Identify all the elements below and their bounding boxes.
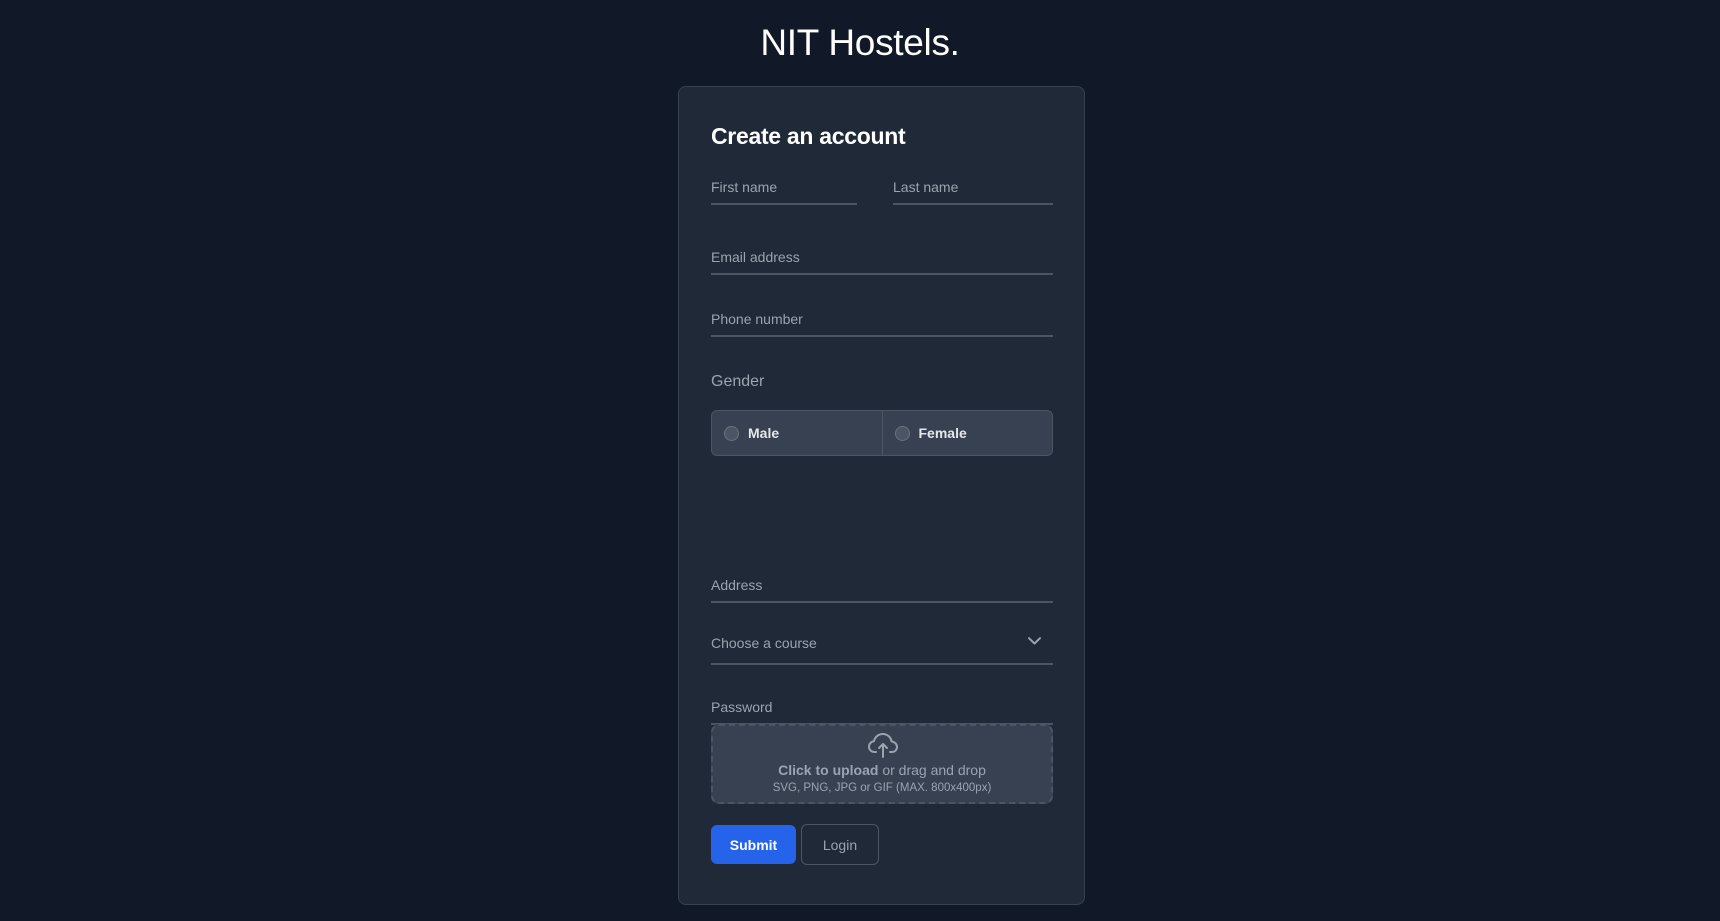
course-select[interactable]: Choose a course — [711, 623, 1053, 665]
signup-card: Create an account Gender Male Female Cho… — [678, 86, 1085, 905]
gender-radio-group: Male Female — [711, 410, 1053, 456]
submit-button[interactable]: Submit — [711, 825, 796, 864]
gender-option-female[interactable]: Female — [881, 411, 1053, 455]
male-label: Male — [748, 425, 780, 441]
course-select-value: Choose a course — [711, 635, 817, 651]
email-input[interactable] — [711, 249, 1053, 265]
chevron-down-icon — [1028, 637, 1041, 645]
upload-hint: SVG, PNG, JPG or GIF (MAX. 800x400px) — [772, 782, 992, 794]
first-name-field — [711, 165, 857, 205]
cloud-upload-icon — [868, 733, 898, 758]
email-field — [711, 235, 1053, 275]
brand-title: NIT Hostels. — [760, 22, 960, 63]
male-radio[interactable] — [724, 425, 739, 441]
female-radio[interactable] — [894, 425, 910, 441]
address-input[interactable] — [711, 577, 1053, 593]
phone-field — [711, 297, 1053, 337]
last-name-input[interactable] — [893, 179, 1053, 195]
form-title: Create an account — [711, 123, 906, 149]
gender-label: Gender — [711, 373, 765, 390]
first-name-input[interactable] — [711, 179, 857, 195]
female-label: Female — [918, 425, 967, 441]
drag-drop-text: or drag and drop — [882, 762, 986, 778]
address-field — [711, 563, 1053, 603]
file-dropzone[interactable]: Click to upload or drag and drop SVG, PN… — [711, 724, 1053, 804]
click-to-upload-text: Click to upload — [778, 762, 879, 778]
phone-input[interactable] — [711, 311, 1053, 327]
gender-option-male[interactable]: Male — [712, 411, 882, 455]
last-name-field — [893, 165, 1053, 205]
login-button[interactable]: Login — [801, 824, 879, 865]
password-input[interactable] — [711, 699, 1053, 715]
upload-instructions: Click to upload or drag and drop — [713, 762, 1051, 778]
password-field — [711, 685, 1053, 725]
